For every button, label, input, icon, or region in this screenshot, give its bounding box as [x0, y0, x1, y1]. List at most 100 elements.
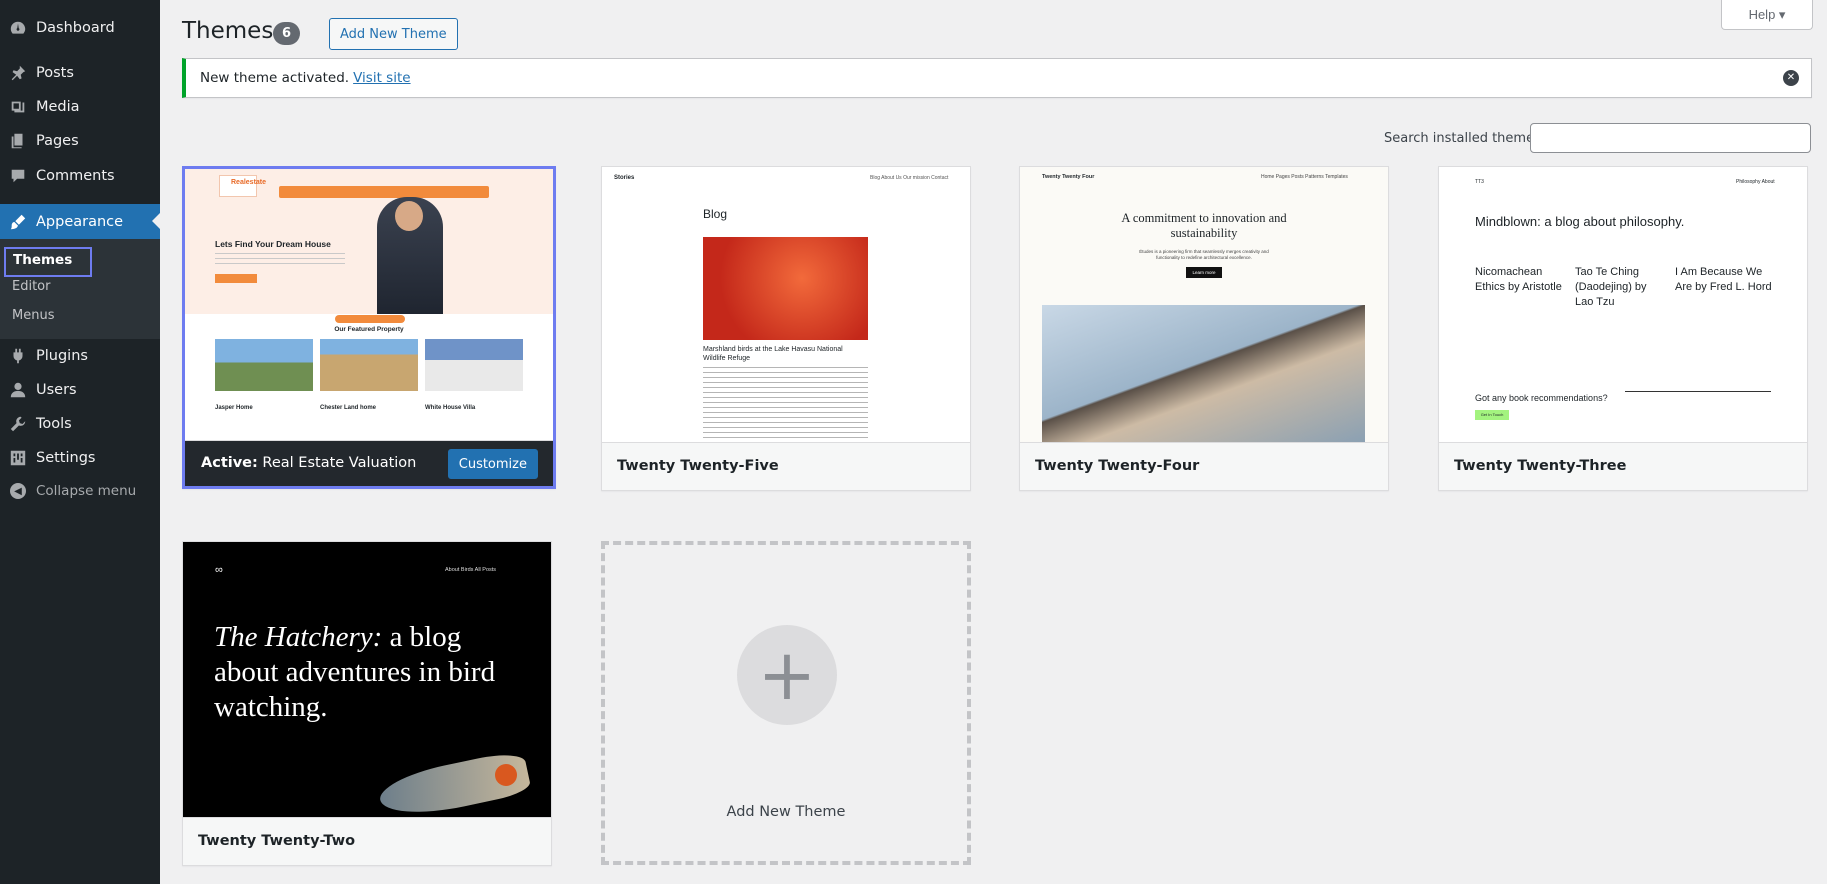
preview-nav-bar	[279, 186, 489, 198]
submenu-editor[interactable]: Editor	[12, 279, 50, 294]
menu-label: Comments	[36, 168, 115, 184]
preview-brand: Stories	[614, 175, 635, 181]
preview-button: Learn more	[1186, 267, 1222, 278]
preview-nav: About Birds All Posts	[445, 567, 497, 573]
customize-button[interactable]: Customize	[447, 449, 538, 479]
submenu-menus[interactable]: Menus	[12, 308, 54, 323]
preview-body-text	[703, 367, 868, 443]
add-new-theme-label: Add New Theme	[726, 804, 846, 820]
menu-comments[interactable]: Comments	[0, 159, 160, 193]
theme-count-badge: 6	[273, 22, 300, 45]
theme-card-twenty-twenty-four[interactable]: Twenty Twenty Four Home Pages Posts Patt…	[1019, 166, 1389, 491]
preview-footer-text: Got any book recommendations?	[1475, 393, 1608, 403]
theme-name: Twenty Twenty-Five	[602, 442, 970, 490]
theme-screenshot: ∞ About Birds All Posts The Hatchery: a …	[183, 542, 551, 818]
pages-icon	[8, 131, 28, 151]
preview-brand: Twenty Twenty Four	[1042, 174, 1095, 180]
preview-section-tag	[335, 315, 405, 323]
theme-card-twenty-twenty-two[interactable]: ∞ About Birds All Posts The Hatchery: a …	[182, 541, 552, 866]
collapse-menu-button[interactable]: ◀ Collapse menu	[0, 474, 160, 508]
preview-hero-button	[215, 274, 257, 283]
menu-label: Appearance	[36, 214, 124, 230]
page-title: Themes	[182, 18, 274, 44]
menu-users[interactable]: Users	[0, 373, 160, 407]
menu-appearance[interactable]: Appearance	[0, 204, 160, 240]
theme-card-twenty-twenty-three[interactable]: TT3 Philosophy About Mindblown: a blog a…	[1438, 166, 1808, 491]
preview-property-name-3: White House Villa	[425, 405, 476, 411]
menu-label: Media	[36, 99, 80, 115]
add-new-theme-button[interactable]: Add New Theme	[329, 18, 458, 50]
theme-screenshot: Twenty Twenty Four Home Pages Posts Patt…	[1020, 167, 1388, 443]
appearance-submenu: Themes Editor Menus	[0, 239, 160, 339]
preview-heading: A commitment to innovation and sustainab…	[1121, 211, 1287, 240]
preview-nav: Philosophy About	[1736, 179, 1775, 185]
menu-label: Collapse menu	[36, 483, 137, 499]
theme-name: Twenty Twenty-Four	[1020, 442, 1388, 490]
menu-label: Users	[36, 382, 77, 398]
plug-icon	[8, 346, 28, 366]
preview-property-name-1: Jasper Home	[215, 405, 253, 411]
pin-icon	[8, 63, 28, 83]
menu-posts[interactable]: Posts	[0, 56, 160, 90]
menu-pages[interactable]: Pages	[0, 124, 160, 158]
theme-card-active[interactable]: Realestate Lets Find Your Dream House Ou…	[182, 166, 556, 489]
plus-icon: +	[737, 625, 837, 725]
preview-heading-italic: The Hatchery:	[214, 621, 383, 653]
comment-icon	[8, 166, 28, 186]
menu-plugins[interactable]: Plugins	[0, 339, 160, 373]
preview-divider	[1625, 391, 1771, 392]
theme-name: Twenty Twenty-Two	[183, 817, 551, 865]
preview-heading: Mindblown: a blog about philosophy.	[1475, 214, 1685, 229]
brush-icon	[8, 212, 28, 232]
preview-section-title: Our Featured Property	[334, 326, 404, 333]
search-label: Search installed themes	[1384, 131, 1541, 146]
preview-post-3: I Am Because We Are by Fred L. Hord	[1675, 266, 1772, 293]
preview-button: Get In Touch	[1475, 410, 1509, 420]
menu-label: Plugins	[36, 348, 88, 364]
active-theme-name: Real Estate Valuation	[262, 455, 417, 471]
menu-label: Dashboard	[36, 20, 115, 36]
visit-site-link[interactable]: Visit site	[353, 70, 410, 86]
preview-property-1	[215, 339, 313, 391]
admin-sidebar: Dashboard Posts Media Pages Comments App…	[0, 0, 160, 884]
notice-text: New theme activated.	[200, 70, 350, 86]
dismiss-notice-icon[interactable]: ✕	[1783, 70, 1799, 86]
media-icon	[8, 97, 28, 117]
menu-label: Settings	[36, 450, 96, 466]
preview-subtext: Études is a pioneering firm that seamles…	[1139, 249, 1269, 260]
collapse-icon: ◀	[10, 483, 26, 499]
preview-caption: Marshland birds at the Lake Havasu Natio…	[703, 346, 843, 362]
preview-nav: Blog About Us Our mission Contact	[870, 175, 949, 181]
preview-property-3	[425, 339, 523, 391]
preview-post-1: Nicomachean Ethics by Aristotle	[1475, 266, 1562, 293]
menu-media[interactable]: Media	[0, 90, 160, 124]
wrench-icon	[8, 414, 28, 434]
search-themes-input[interactable]	[1530, 123, 1811, 153]
preview-hero-title: Lets Find Your Dream House	[215, 239, 331, 249]
menu-settings[interactable]: Settings	[0, 441, 160, 475]
add-new-theme-card[interactable]: + Add New Theme	[601, 541, 971, 865]
preview-person-face	[395, 201, 423, 231]
settings-icon	[8, 448, 28, 468]
submenu-themes[interactable]: Themes	[4, 247, 92, 277]
binoculars-icon: ∞	[215, 564, 223, 576]
theme-activated-notice: New theme activated. Visit site ✕	[182, 58, 1812, 98]
dashboard-icon	[8, 18, 28, 38]
user-icon	[8, 380, 28, 400]
help-tab-button[interactable]: Help ▾	[1721, 0, 1813, 30]
menu-tools[interactable]: Tools	[0, 407, 160, 441]
preview-logo-text: Realestate	[231, 179, 267, 186]
preview-architecture-image	[1042, 305, 1365, 443]
preview-hero-image	[703, 237, 868, 340]
preview-property-2	[320, 339, 418, 391]
preview-post-2: Tao Te Ching (Daodejing) by Lao Tzu	[1575, 266, 1647, 308]
themes-page: Themes 6 Add New Theme Help ▾ New theme …	[160, 0, 1827, 884]
preview-brand: TT3	[1475, 179, 1484, 185]
menu-label: Posts	[36, 65, 74, 81]
menu-dashboard[interactable]: Dashboard	[0, 11, 160, 45]
menu-label: Tools	[36, 416, 72, 432]
theme-screenshot: TT3 Philosophy About Mindblown: a blog a…	[1439, 167, 1807, 443]
preview-heading: The Hatchery: a blog about adventures in…	[214, 620, 504, 725]
theme-card-twenty-twenty-five[interactable]: Stories Blog About Us Our mission Contac…	[601, 166, 971, 491]
menu-label: Pages	[36, 133, 79, 149]
